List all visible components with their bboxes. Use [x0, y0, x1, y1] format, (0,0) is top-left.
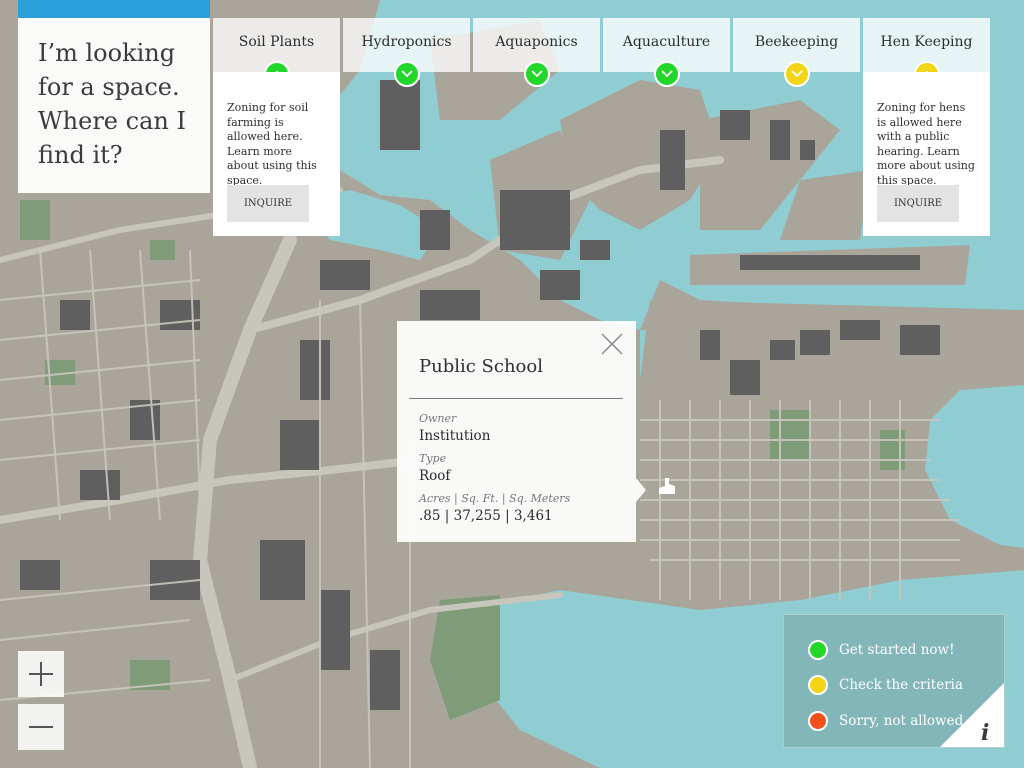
hen-info-card: Zoning for hens is allowed here with a p… [863, 72, 990, 236]
soil-info-card: Zoning for soil farming is allowed here.… [213, 72, 340, 236]
red-dot-icon [808, 711, 828, 731]
chevron-down-icon[interactable] [653, 61, 680, 87]
zoom-out-button[interactable] [18, 704, 64, 750]
size-label: Acres | Sq. Ft. | Sq. Meters [419, 492, 571, 505]
plus-icon [29, 662, 53, 686]
card-text: Zoning for soil farming is allowed here.… [227, 101, 317, 187]
divider [409, 398, 623, 399]
tab-label: Hydroponics [361, 34, 452, 50]
inquire-button[interactable]: INQUIRE [877, 185, 959, 222]
info-button[interactable]: i [940, 683, 1004, 747]
chevron-down-icon[interactable] [393, 61, 420, 87]
tab-label: Aquaculture [622, 34, 711, 50]
tab-beekeeping[interactable]: Beekeeping [733, 18, 860, 87]
accent-bar [18, 0, 210, 18]
legend-item-green: Get started now! [808, 639, 955, 661]
svg-text:i: i [981, 720, 989, 746]
tab-soil-plants[interactable]: Soil Plants [213, 18, 340, 87]
tab-label: Beekeeping [754, 34, 839, 50]
inquire-button[interactable]: INQUIRE [227, 185, 309, 222]
green-dot-icon [808, 640, 828, 660]
popup-title: Public School [419, 356, 543, 377]
question-panel: I’m looking for a space. Where can I fin… [18, 18, 210, 193]
close-icon[interactable] [600, 332, 624, 356]
property-popup: Public School Owner Institution Type Roo… [397, 321, 646, 542]
tab-hydroponics[interactable]: Hydroponics [343, 18, 470, 87]
owner-label: Owner [419, 412, 457, 425]
chevron-down-icon[interactable] [783, 61, 810, 87]
yellow-dot-icon [808, 675, 828, 695]
tab-hen-keeping[interactable]: Hen Keeping [863, 18, 990, 87]
card-text: Zoning for hens is allowed here with a p… [877, 101, 975, 187]
legend: Get started now! Check the criteria Sorr… [783, 614, 1005, 748]
tab-label: Soil Plants [238, 34, 315, 50]
type-label: Type [419, 452, 447, 465]
tab-label: Aquaponics [495, 34, 578, 50]
tab-aquaculture[interactable]: Aquaculture [603, 18, 730, 87]
legend-label: Get started now! [839, 642, 955, 658]
zoom-in-button[interactable] [18, 651, 64, 697]
chevron-down-icon[interactable] [523, 61, 550, 87]
owner-value: Institution [419, 428, 491, 444]
tab-aquaponics[interactable]: Aquaponics [473, 18, 600, 87]
type-value: Roof [419, 468, 451, 484]
size-value: .85 | 37,255 | 3,461 [419, 508, 553, 524]
info-icon: i [940, 683, 1004, 747]
question-text: I’m looking for a space. Where can I fin… [38, 39, 186, 169]
minus-icon [29, 726, 53, 728]
tab-label: Hen Keeping [880, 34, 973, 50]
